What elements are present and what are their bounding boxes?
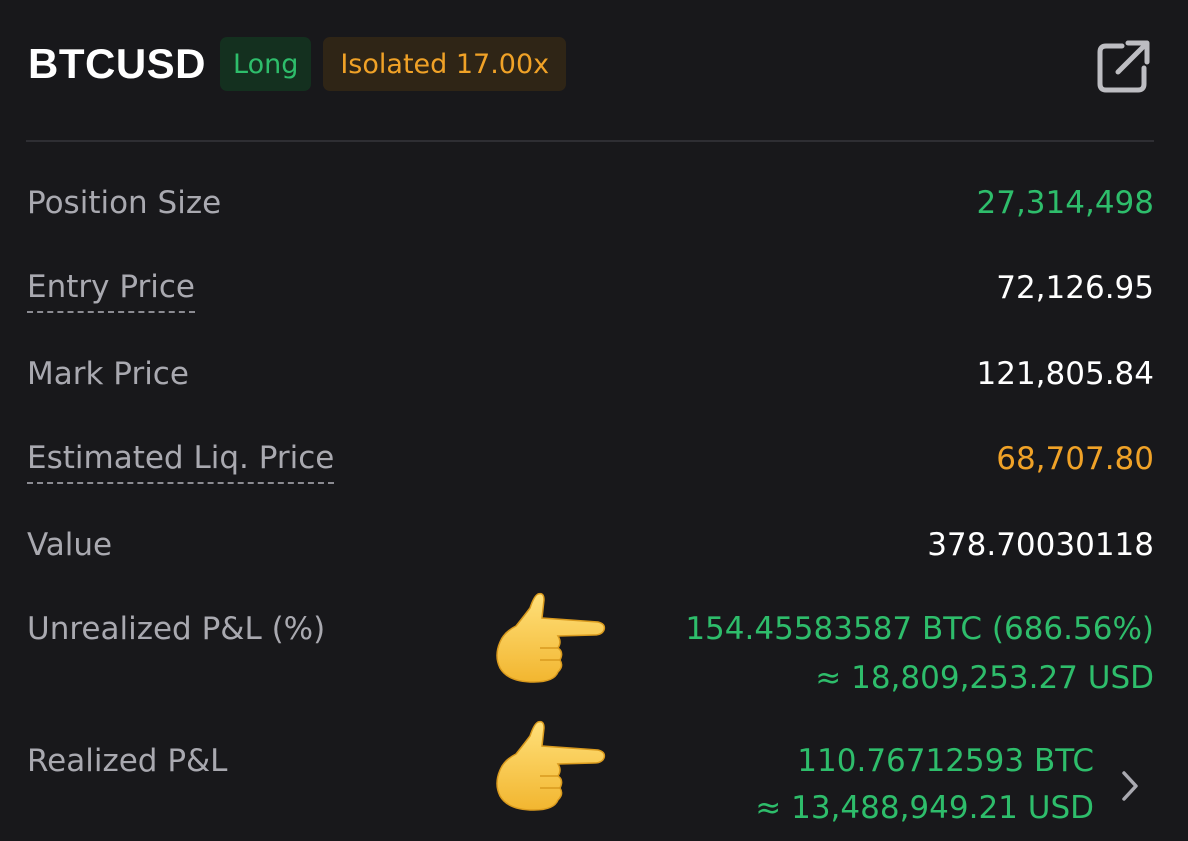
mark-price-value: 121,805.84 [976,356,1155,392]
value-label: Value [27,527,113,563]
side-badge: Long [220,37,312,91]
mark-price-label: Mark Price [27,356,189,392]
position-card: BTCUSD Long Isolated 17.00x Position Siz… [0,0,1188,841]
symbol-title: BTCUSD [28,40,206,87]
pointing-right-hand-emoji [496,592,606,683]
margin-mode-badge[interactable]: Isolated 17.00x [323,37,567,91]
liq-price-value: 68,707.80 [996,441,1154,477]
realized-pnl-usd: ≈ 13,488,949.21 USD [755,790,1094,826]
realized-pnl-label: Realized P&L [27,743,228,779]
position-size-value: 27,314,498 [976,185,1155,221]
header-divider [26,140,1154,142]
external-link-icon[interactable] [1096,38,1152,94]
value-value: 378.70030118 [927,527,1154,563]
chevron-right-icon[interactable] [1116,768,1144,804]
unrealized-pnl-usd: ≈ 18,809,253.27 USD [815,660,1154,696]
entry-price-value: 72,126.95 [996,270,1154,306]
position-header: BTCUSD Long Isolated 17.00x [28,36,567,92]
unrealized-pnl-label: Unrealized P&L (%) [27,611,326,647]
position-size-label: Position Size [27,185,222,221]
realized-pnl-btc: 110.76712593 BTC [797,743,1094,779]
pointing-right-hand-emoji [496,720,606,811]
liq-price-label[interactable]: Estimated Liq. Price [27,438,335,484]
entry-price-label[interactable]: Entry Price [27,267,195,313]
unrealized-pnl-btc: 154.45583587 BTC (686.56%) [685,611,1154,647]
